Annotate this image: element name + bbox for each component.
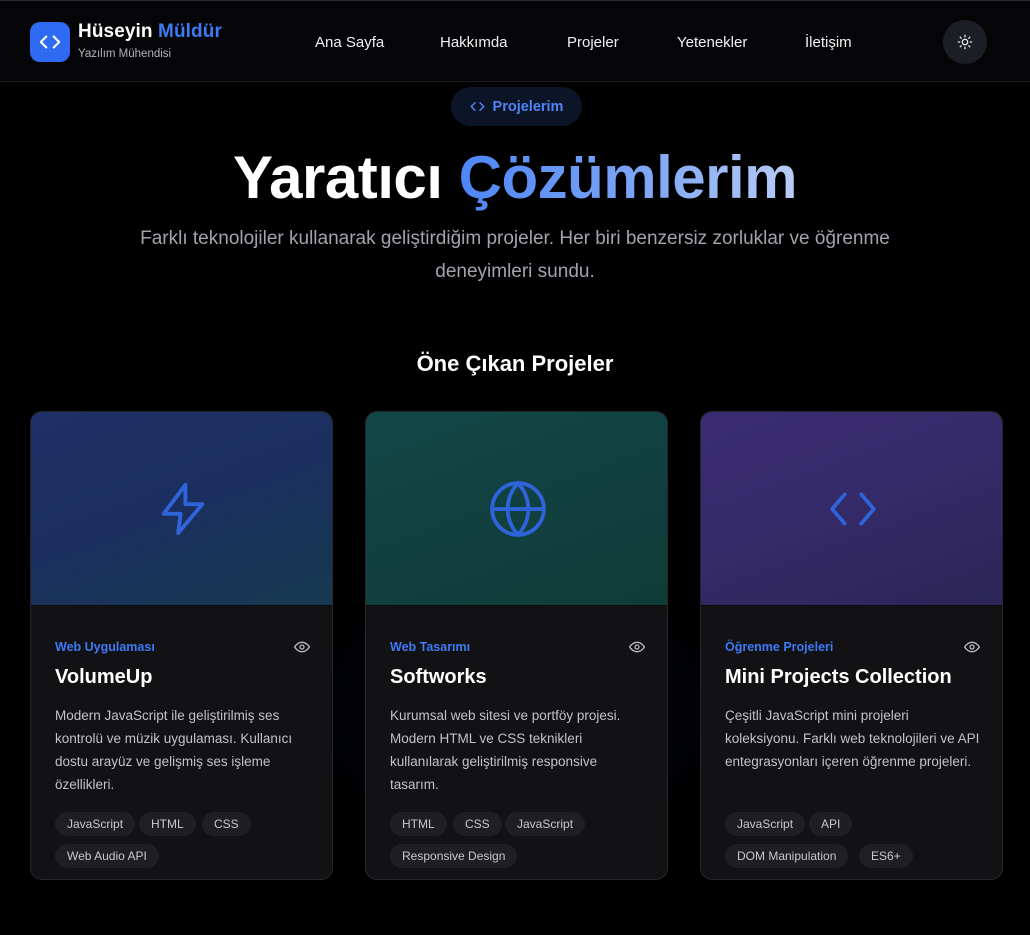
tag: API — [809, 812, 853, 836]
tag: JavaScript — [725, 812, 806, 836]
project-card-media — [31, 412, 332, 605]
project-description: Çeşitli JavaScript mini projeleri koleks… — [725, 708, 980, 769]
tag: CSS — [453, 812, 502, 836]
project-card-media — [701, 412, 1002, 605]
tag: HTML — [139, 812, 196, 836]
top-navbar: Hüseyin Müldür Yazılım Mühendisi Ana Say… — [0, 0, 1030, 82]
theme-toggle-button[interactable] — [943, 20, 987, 64]
project-title: Mini Projects Collection — [725, 666, 952, 688]
sun-icon — [957, 34, 973, 50]
projects-badge-label: Projelerim — [492, 98, 564, 115]
code-icon — [470, 102, 485, 111]
brand-name[interactable]: Hüseyin Müldür — [78, 21, 222, 43]
project-card-media — [366, 412, 667, 605]
project-card-body: Öğrenme Projeleri Mini Projects Collecti… — [701, 605, 1002, 879]
project-description: Modern JavaScript ile geliştirilmiş ses … — [55, 708, 293, 792]
tag: Web Audio API — [55, 844, 159, 868]
tag: Responsive Design — [390, 844, 518, 868]
project-category: Web Uygulaması — [55, 640, 155, 654]
tag: HTML — [390, 812, 447, 836]
hero-title-plain: Yaratıcı — [232, 144, 443, 211]
project-card-body: Web Uygulaması VolumeUp Modern JavaScrip… — [31, 605, 332, 879]
project-category: Öğrenme Projeleri — [725, 640, 834, 654]
nav-link-about[interactable]: Hakkımda — [440, 34, 508, 51]
tag: JavaScript — [505, 812, 586, 836]
project-card-volumeup[interactable]: Web Uygulaması VolumeUp Modern JavaScrip… — [30, 411, 333, 880]
view-eye-icon[interactable] — [629, 639, 645, 660]
nav-link-home[interactable]: Ana Sayfa — [315, 34, 384, 51]
project-title: Softworks — [390, 666, 487, 688]
nav-link-contact[interactable]: İletişim — [805, 34, 852, 51]
tag: DOM Manipulation — [725, 844, 849, 868]
nav-link-projects[interactable]: Projeler — [567, 34, 619, 51]
project-card-body: Web Tasarımı Softworks Kurumsal web site… — [366, 605, 667, 879]
featured-projects-heading: Öne Çıkan Projeler — [416, 351, 614, 376]
project-card-mini-projects[interactable]: Öğrenme Projeleri Mini Projects Collecti… — [700, 411, 1003, 880]
projects-badge: Projelerim — [451, 87, 582, 126]
project-card-softworks[interactable]: Web Tasarımı Softworks Kurumsal web site… — [365, 411, 668, 880]
project-category: Web Tasarımı — [390, 640, 471, 654]
hero-subtitle: Farklı teknolojiler kullanarak geliştird… — [140, 228, 890, 282]
brand-last-name: Müldür — [158, 21, 222, 42]
hero-title: Yaratıcı Çözümlerim — [0, 143, 1030, 212]
tag: ES6+ — [859, 844, 913, 868]
view-eye-icon[interactable] — [294, 639, 310, 660]
tag: JavaScript — [55, 812, 136, 836]
tag: CSS — [202, 812, 251, 836]
project-title: VolumeUp — [55, 666, 153, 688]
brand-first-name: Hüseyin — [78, 21, 153, 42]
brand-subtitle: Yazılım Mühendisi — [78, 48, 172, 60]
globe-icon — [489, 479, 546, 538]
hero-title-accent: Çözümlerim — [458, 144, 798, 211]
code-icon — [829, 492, 876, 525]
lightning-icon — [161, 482, 204, 535]
logo-code-icon[interactable] — [30, 22, 70, 62]
nav-link-skills[interactable]: Yetenekler — [677, 34, 747, 51]
view-eye-icon[interactable] — [964, 639, 980, 660]
project-description: Kurumsal web sitesi ve portföy projesi. … — [390, 708, 621, 792]
